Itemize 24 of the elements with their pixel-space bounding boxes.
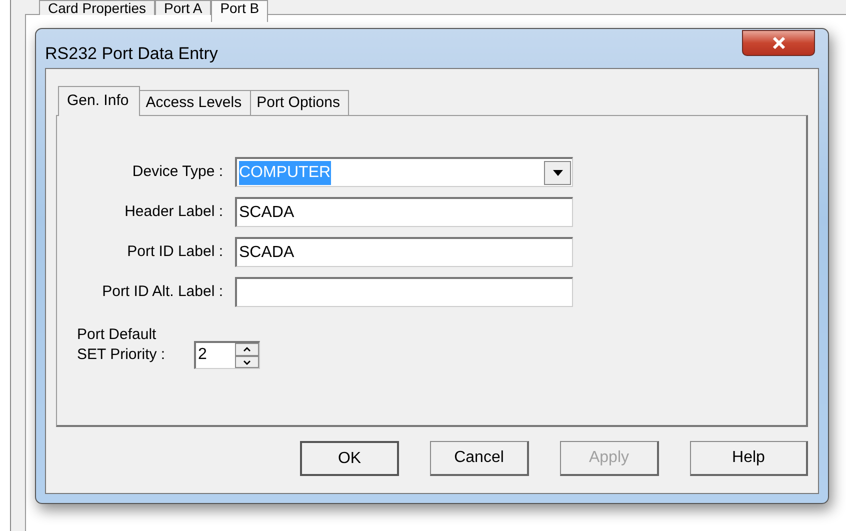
tab[interactable]: Port B	[211, 0, 268, 22]
close-button[interactable]	[742, 30, 815, 56]
dialog-button[interactable]: Help	[690, 441, 808, 476]
field-label: Device Type :	[131, 162, 224, 182]
spin-field[interactable]: 2	[194, 341, 260, 369]
field-label: Port ID Label :	[126, 242, 224, 262]
field-label: Header Label :	[124, 202, 224, 222]
field-label: Port ID Alt. Label :	[101, 282, 224, 302]
tab[interactable]: Port A	[155, 0, 212, 15]
input-field[interactable]: SCADA	[235, 237, 573, 267]
input-field[interactable]	[235, 277, 573, 307]
field-label: Port Default SET Priority :	[77, 325, 166, 365]
spin-down-button[interactable]	[235, 356, 259, 368]
tab[interactable]: Gen. Info	[58, 86, 140, 116]
caret-icon	[552, 170, 562, 176]
window-title: RS232 Port Data Entry	[45, 43, 218, 65]
tab[interactable]: Port Options	[250, 90, 349, 115]
dropdown-button[interactable]	[544, 160, 571, 184]
input-field[interactable]: SCADA	[235, 197, 573, 227]
dialog-button[interactable]: OK	[300, 441, 399, 476]
tab[interactable]: Card Properties	[39, 0, 156, 15]
close-icon	[772, 37, 786, 49]
spin-up-button[interactable]	[235, 343, 259, 356]
dialog-button[interactable]: Cancel	[430, 441, 529, 476]
